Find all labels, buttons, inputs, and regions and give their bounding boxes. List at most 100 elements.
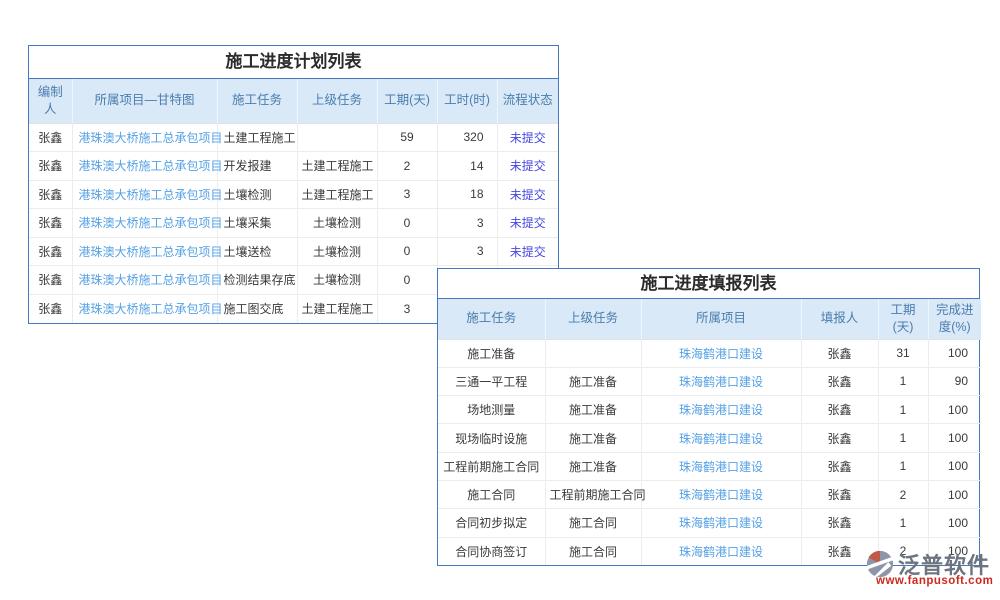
creator-cell: 张鑫 — [29, 294, 72, 323]
task-cell: 开发报建 — [217, 152, 297, 181]
progress-cell: 100 — [928, 480, 981, 508]
plan-header-row: 编制人 所属项目—甘特图 施工任务 上级任务 工期(天) 工时(时) 流程状态 — [29, 79, 558, 123]
project-link[interactable]: 珠海鹤港口建设 — [641, 480, 801, 508]
duration-cell: 3 — [377, 180, 437, 209]
hours-cell: 320 — [437, 123, 497, 152]
reporter-cell: 张鑫 — [801, 424, 878, 452]
project-link[interactable]: 珠海鹤港口建设 — [641, 424, 801, 452]
col-header-parent-task: 上级任务 — [545, 299, 641, 339]
parent-task-cell: 施工合同 — [545, 537, 641, 565]
project-link[interactable]: 珠海鹤港口建设 — [641, 452, 801, 480]
parent-task-cell — [545, 339, 641, 367]
col-header-duration: 工期(天) — [377, 79, 437, 123]
duration-cell: 31 — [878, 339, 928, 367]
reporter-cell: 张鑫 — [801, 396, 878, 424]
project-link[interactable]: 珠海鹤港口建设 — [641, 509, 801, 537]
col-header-project-gantt: 所属项目—甘特图 — [72, 79, 217, 123]
duration-cell: 0 — [377, 266, 437, 295]
parent-task-cell: 土建工程施工 — [297, 152, 377, 181]
creator-cell: 张鑫 — [29, 266, 72, 295]
status-link[interactable]: 未提交 — [497, 123, 558, 152]
parent-task-cell: 施工准备 — [545, 452, 641, 480]
hours-cell: 18 — [437, 180, 497, 209]
duration-cell: 2 — [878, 480, 928, 508]
col-header-task: 施工任务 — [438, 299, 545, 339]
report-table-grid: 施工任务 上级任务 所属项目 填报人 工期(天) 完成进度(%) 施工准备珠海鹤… — [438, 299, 981, 565]
col-header-task: 施工任务 — [217, 79, 297, 123]
task-cell: 土壤检测 — [217, 180, 297, 209]
parent-task-cell: 施工准备 — [545, 424, 641, 452]
progress-cell: 100 — [928, 452, 981, 480]
hours-cell: 3 — [437, 209, 497, 238]
status-link[interactable]: 未提交 — [497, 152, 558, 181]
project-link[interactable]: 港珠澳大桥施工总承包项目 — [72, 294, 217, 323]
table-row: 张鑫港珠澳大桥施工总承包项目土壤检测土建工程施工318未提交 — [29, 180, 558, 209]
parent-task-cell: 施工准备 — [545, 367, 641, 395]
duration-cell: 1 — [878, 396, 928, 424]
duration-cell: 0 — [377, 209, 437, 238]
hours-cell: 3 — [437, 237, 497, 266]
page: 施工进度计划列表 编制人 所属项目—甘特图 施工任务 上级任务 工期(天) 工时… — [0, 0, 1000, 600]
table-row: 三通一平工程施工准备珠海鹤港口建设张鑫190 — [438, 367, 981, 395]
report-table-title: 施工进度填报列表 — [438, 269, 979, 299]
project-link[interactable]: 港珠澳大桥施工总承包项目 — [72, 209, 217, 238]
status-link[interactable]: 未提交 — [497, 180, 558, 209]
col-header-project: 所属项目 — [641, 299, 801, 339]
task-cell: 场地测量 — [438, 396, 545, 424]
progress-cell: 100 — [928, 339, 981, 367]
status-link[interactable]: 未提交 — [497, 237, 558, 266]
duration-cell: 1 — [878, 452, 928, 480]
project-link[interactable]: 港珠澳大桥施工总承包项目 — [72, 123, 217, 152]
col-header-reporter: 填报人 — [801, 299, 878, 339]
task-cell: 土壤送检 — [217, 237, 297, 266]
status-link[interactable]: 未提交 — [497, 209, 558, 238]
table-row: 施工准备珠海鹤港口建设张鑫31100 — [438, 339, 981, 367]
table-row: 张鑫港珠澳大桥施工总承包项目土壤采集土壤检测03未提交 — [29, 209, 558, 238]
task-cell: 施工图交底 — [217, 294, 297, 323]
parent-task-cell: 工程前期施工合同 — [545, 480, 641, 508]
col-header-progress: 完成进度(%) — [928, 299, 981, 339]
duration-cell: 59 — [377, 123, 437, 152]
project-link[interactable]: 港珠澳大桥施工总承包项目 — [72, 237, 217, 266]
col-header-creator: 编制人 — [29, 79, 72, 123]
parent-task-cell: 土壤检测 — [297, 266, 377, 295]
project-link[interactable]: 港珠澳大桥施工总承包项目 — [72, 266, 217, 295]
task-cell: 合同协商签订 — [438, 537, 545, 565]
fanpu-logo-url: www.fanpusoft.com — [876, 575, 993, 587]
project-link[interactable]: 港珠澳大桥施工总承包项目 — [72, 152, 217, 181]
parent-task-cell: 土壤检测 — [297, 237, 377, 266]
progress-cell: 90 — [928, 367, 981, 395]
table-row: 场地测量施工准备珠海鹤港口建设张鑫1100 — [438, 396, 981, 424]
duration-cell: 1 — [878, 509, 928, 537]
task-cell: 施工合同 — [438, 480, 545, 508]
table-row: 合同初步拟定施工合同珠海鹤港口建设张鑫1100 — [438, 509, 981, 537]
duration-cell: 1 — [878, 424, 928, 452]
progress-cell: 100 — [928, 509, 981, 537]
project-link[interactable]: 港珠澳大桥施工总承包项目 — [72, 180, 217, 209]
progress-cell: 100 — [928, 396, 981, 424]
task-cell: 施工准备 — [438, 339, 545, 367]
table-row: 工程前期施工合同施工准备珠海鹤港口建设张鑫1100 — [438, 452, 981, 480]
table-row: 张鑫港珠澳大桥施工总承包项目土建工程施工 59320未提交 — [29, 123, 558, 152]
project-link[interactable]: 珠海鹤港口建设 — [641, 367, 801, 395]
task-cell: 检测结果存底 — [217, 266, 297, 295]
duration-cell: 3 — [377, 294, 437, 323]
parent-task-cell: 土壤检测 — [297, 209, 377, 238]
creator-cell: 张鑫 — [29, 123, 72, 152]
parent-task-cell — [297, 123, 377, 152]
task-cell: 土建工程施工 — [217, 123, 297, 152]
project-link[interactable]: 珠海鹤港口建设 — [641, 339, 801, 367]
project-link[interactable]: 珠海鹤港口建设 — [641, 396, 801, 424]
duration-cell: 1 — [878, 367, 928, 395]
creator-cell: 张鑫 — [29, 152, 72, 181]
col-header-status: 流程状态 — [497, 79, 558, 123]
project-link[interactable]: 珠海鹤港口建设 — [641, 537, 801, 565]
hours-cell: 14 — [437, 152, 497, 181]
task-cell: 合同初步拟定 — [438, 509, 545, 537]
reporter-cell: 张鑫 — [801, 480, 878, 508]
col-header-parent-task: 上级任务 — [297, 79, 377, 123]
fanpu-logo: 泛普软件 www.fanpusoft.com — [864, 546, 1000, 592]
parent-task-cell: 施工合同 — [545, 509, 641, 537]
fanpu-logo-icon — [866, 550, 894, 578]
task-cell: 工程前期施工合同 — [438, 452, 545, 480]
